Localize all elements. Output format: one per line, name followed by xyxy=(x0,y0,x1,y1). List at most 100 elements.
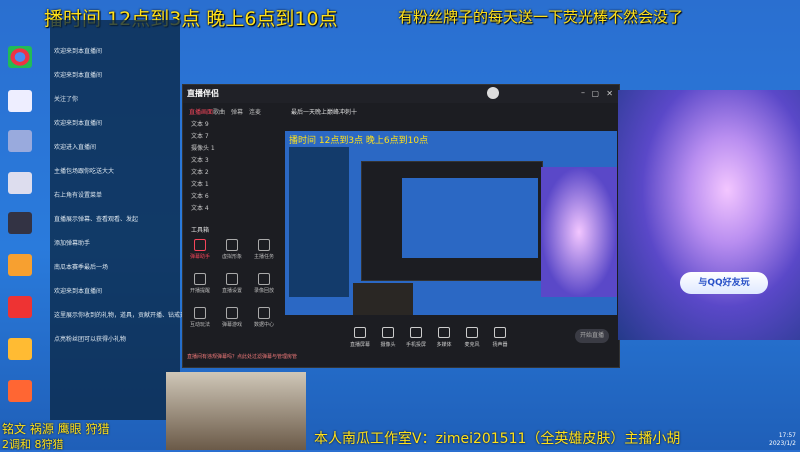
computer-icon[interactable] xyxy=(8,130,32,152)
scene-item[interactable]: 文本 4 xyxy=(191,203,209,212)
tool-label: 录像回放 xyxy=(253,288,274,294)
app-icon-5[interactable] xyxy=(8,338,32,360)
chat-message: 这里展示你收到的礼物，道具，贡献开播、钻戒开播 xyxy=(54,312,193,319)
preview-webcam xyxy=(353,283,413,315)
scene-title[interactable]: 最后一天晚上巅峰冲刺十 xyxy=(291,107,357,116)
tool-label: 互动玩法 xyxy=(189,322,210,328)
taskbar-clock[interactable]: 17:57 2023/1/2 xyxy=(769,432,796,448)
tool-label: 虚拟形象 xyxy=(221,254,242,260)
tool-icon xyxy=(226,239,238,251)
tool-item[interactable]: 数据中心 xyxy=(253,307,275,328)
source-button[interactable]: 多媒体 xyxy=(429,327,459,348)
app-icon-3[interactable] xyxy=(8,254,32,276)
tool-icon xyxy=(226,307,238,319)
source-label: 多媒体 xyxy=(436,342,452,348)
source-label: 摄像头 xyxy=(380,342,396,348)
danmaku-filter-hint[interactable]: 直播间有违规弹幕吗？点此处过滤弹幕与管理房管 xyxy=(187,353,297,360)
preview-caption: 播时间 12点到3点 晚上6点到10点 xyxy=(289,136,429,146)
source-button[interactable]: 直播屏幕 xyxy=(345,327,375,348)
app-icon-4[interactable] xyxy=(8,296,32,318)
tool-icon xyxy=(194,307,206,319)
source-label: 直播屏幕 xyxy=(349,342,370,348)
source-icon xyxy=(466,327,478,338)
nested-preview-window xyxy=(361,161,543,281)
game-art: 与QQ好友玩 xyxy=(618,90,800,340)
scene-item[interactable]: 文本 7 xyxy=(191,131,209,140)
chat-message: 主播包场跟你吃送大大 xyxy=(54,168,115,175)
app-icon-6[interactable] xyxy=(8,380,32,402)
tool-item[interactable]: 开播提醒 xyxy=(189,273,211,294)
tool-label: 开播提醒 xyxy=(189,288,210,294)
inscription-caption: 铭文 祸源 鹰眼 狩猎 xyxy=(2,422,110,436)
tool-item[interactable]: 录像回放 xyxy=(253,273,275,294)
chat-message: 关注了你 xyxy=(54,96,79,103)
tool-item[interactable]: 弹幕助手 xyxy=(189,239,211,260)
scene-item[interactable]: 文本 1 xyxy=(191,179,209,188)
tool-label: 数据中心 xyxy=(253,322,274,328)
tool-icon xyxy=(258,307,270,319)
app-icon-2[interactable] xyxy=(8,212,32,234)
source-label: 手机投屏 xyxy=(405,342,426,348)
avatar[interactable] xyxy=(487,87,499,99)
scene-item[interactable]: 文本 3 xyxy=(191,155,209,164)
app-icon[interactable] xyxy=(8,172,32,194)
chat-message: 南瓜本赛季最后一场 xyxy=(54,264,109,271)
chat-message: 欢迎来到本直播间 xyxy=(54,72,103,79)
file-icon[interactable] xyxy=(8,90,32,112)
app-titlebar: 直播伴侣 ✕ ▢ – xyxy=(183,85,619,103)
chat-panel: 欢迎来到本直播间 欢迎来到本直播间 关注了你 欢迎来到本直播间 欢迎进入直播间 主播包场跟… xyxy=(50,20,192,420)
scene-item[interactable]: 文本 9 xyxy=(191,119,209,128)
tool-icon xyxy=(226,273,238,285)
source-icon xyxy=(354,327,366,338)
live-companion-window: 直播伴侣 ✕ ▢ – 直播画面 歌曲 弹幕 连麦 最后一天晚上巅峰冲刺十 文本 … xyxy=(182,84,620,368)
source-label: 扬声器 xyxy=(492,342,508,348)
start-live-button[interactable]: 开始直播 xyxy=(575,329,609,343)
chat-message: 欢迎来到本直播间 xyxy=(54,288,103,295)
tool-icon xyxy=(194,239,206,251)
close-icon[interactable]: ✕ xyxy=(606,89,613,98)
scene-item[interactable]: 文本 6 xyxy=(191,191,209,200)
tool-label: 直播设置 xyxy=(221,288,242,294)
chat-message: 点亮粉丝团可以获得小礼物 xyxy=(54,336,127,343)
tool-item[interactable]: 主播任务 xyxy=(253,239,275,260)
tool-label: 弹幕游戏 xyxy=(221,322,242,328)
scene-item[interactable]: 文本 2 xyxy=(191,167,209,176)
tool-item[interactable]: 虚拟形象 xyxy=(221,239,243,260)
source-button[interactable]: 手机投屏 xyxy=(401,327,431,348)
tool-icon xyxy=(258,273,270,285)
studio-caption: 本人南瓜工作室V：zimei201511（全英雄皮肤）主播小胡 xyxy=(314,431,681,447)
chat-message: 欢迎来到本直播间 xyxy=(54,48,103,55)
source-button[interactable]: 摄像头 xyxy=(373,327,403,348)
source-label: 麦克风 xyxy=(464,342,480,348)
tool-icon xyxy=(258,239,270,251)
preview-art xyxy=(541,167,617,297)
tool-item[interactable]: 弹幕游戏 xyxy=(221,307,243,328)
minimize-icon[interactable]: – xyxy=(581,88,585,97)
source-button[interactable]: 麦克风 xyxy=(457,327,487,348)
source-toolbar: 开始直播 直播屏幕 摄像头 手机投屏 多媒体 麦克风 扬声器 xyxy=(285,317,617,365)
chrome-icon[interactable] xyxy=(8,46,32,68)
source-icon xyxy=(382,327,394,338)
source-icon xyxy=(494,327,506,338)
live-preview[interactable]: 播时间 12点到3点 晚上6点到10点 xyxy=(285,131,617,315)
source-icon xyxy=(438,327,450,338)
chat-message: 欢迎进入直播间 xyxy=(54,144,97,151)
qq-friends-button[interactable]: 与QQ好友玩 xyxy=(680,272,768,294)
source-icon xyxy=(410,327,422,338)
toolbox-title: 工具箱 xyxy=(191,227,210,234)
nested-preview-screen xyxy=(402,178,538,258)
chat-message: 直播展示弹幕、查看观看、发起 xyxy=(54,216,139,223)
clock-date: 2023/1/2 xyxy=(769,440,796,447)
source-button[interactable]: 扬声器 xyxy=(485,327,515,348)
scene-item[interactable]: 摄像头 1 xyxy=(191,143,215,152)
clock-time: 17:57 xyxy=(778,432,796,439)
tool-item[interactable]: 互动玩法 xyxy=(189,307,211,328)
tool-icon xyxy=(194,273,206,285)
streamer-webcam xyxy=(166,372,306,450)
maximize-icon[interactable]: ▢ xyxy=(591,89,599,98)
chat-message: 欢迎来到本直播间 xyxy=(54,120,103,127)
tool-item[interactable]: 直播设置 xyxy=(221,273,243,294)
tool-label: 弹幕助手 xyxy=(189,254,210,260)
preview-chat xyxy=(289,147,349,297)
app-logo: 直播伴侣 xyxy=(187,89,219,98)
